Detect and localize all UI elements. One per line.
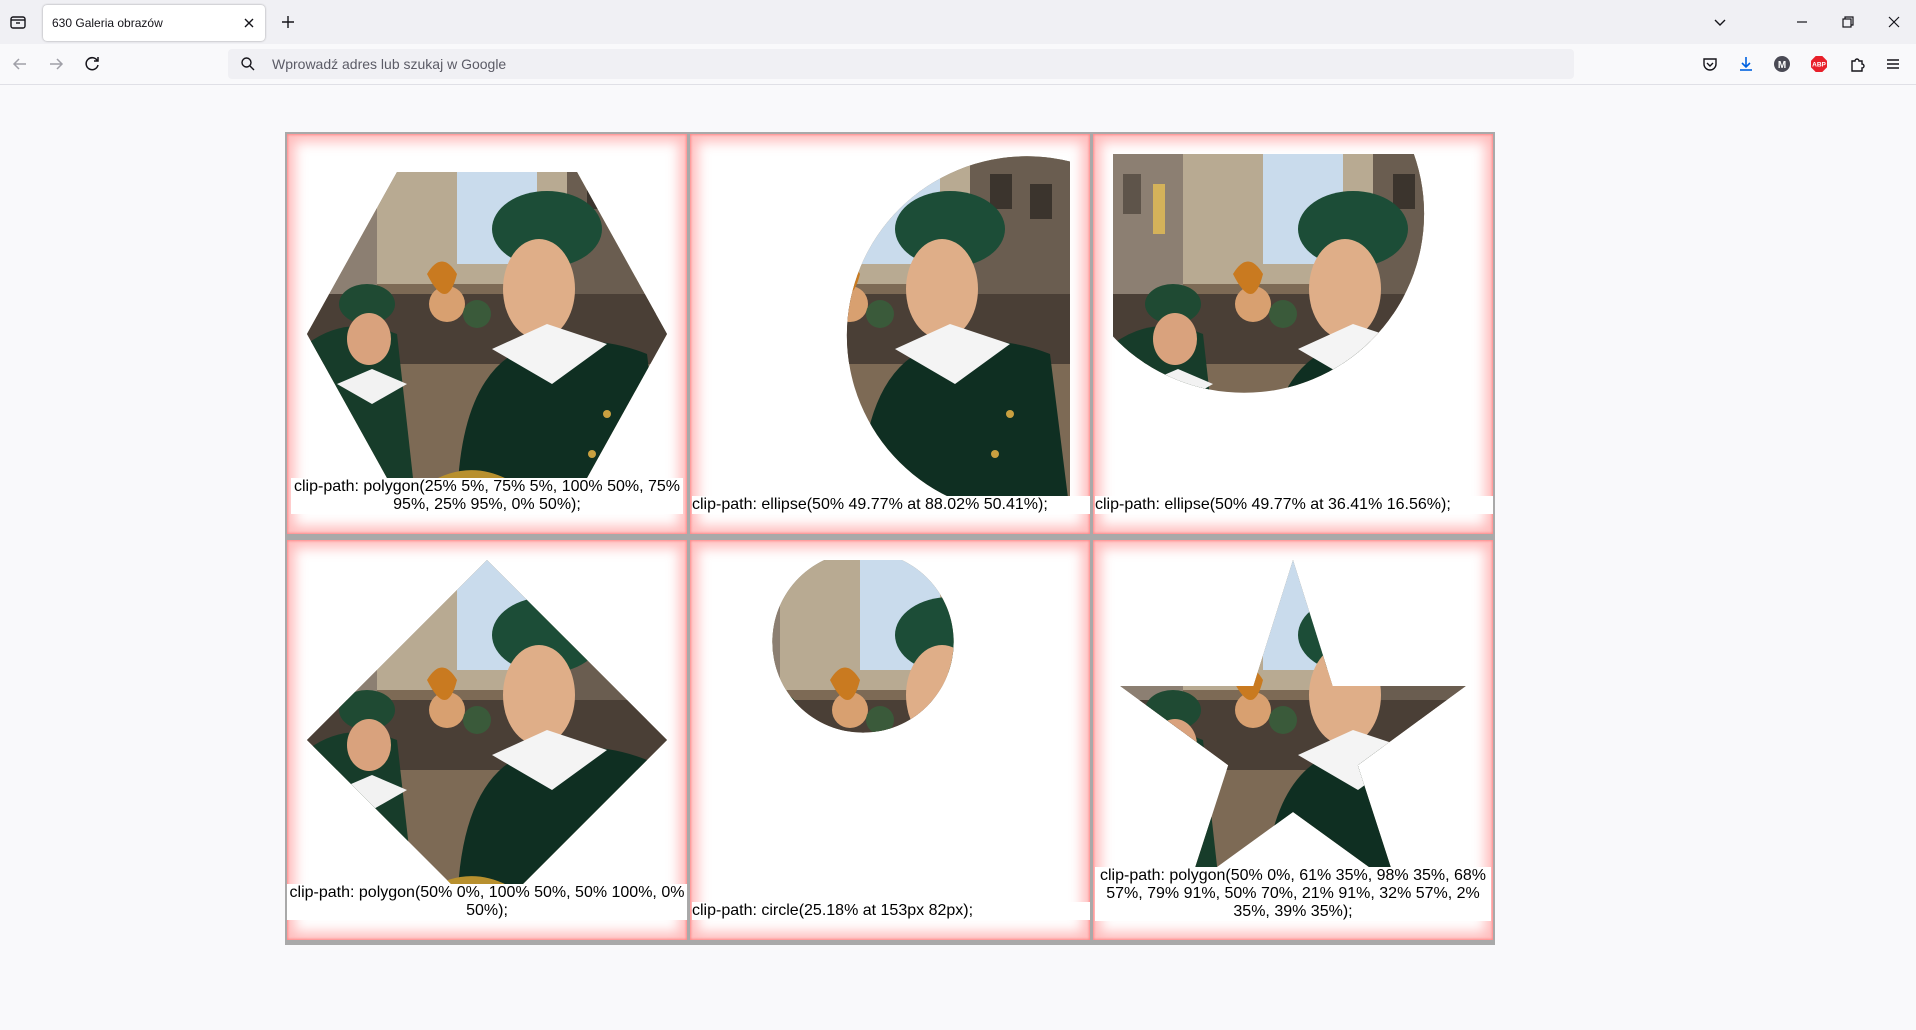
plus-icon[interactable] (276, 10, 300, 34)
gallery-item-ellipse-top: clip-path: ellipse(50% 49.77% at 36.41% … (1093, 134, 1493, 534)
close-icon[interactable] (241, 15, 257, 31)
search-icon (240, 56, 256, 72)
gallery-photo (307, 560, 667, 920)
tab-title: 630 Galeria obrazów (52, 16, 163, 30)
pocket-icon[interactable] (1698, 52, 1722, 76)
extensions-icon[interactable] (1845, 52, 1869, 76)
gallery-item-circle: clip-path: circle(25.18% at 153px 82px); (690, 540, 1090, 940)
chevron-down-icon[interactable] (1708, 10, 1732, 34)
forward-arrow-icon[interactable] (44, 52, 68, 76)
gallery-item-star: clip-path: polygon(50% 0%, 61% 35%, 98% … (1093, 540, 1493, 940)
gallery-caption: clip-path: ellipse(50% 49.77% at 88.02% … (692, 496, 1090, 514)
account-letter: M (1778, 60, 1786, 71)
gallery-item-ellipse-right: clip-path: ellipse(50% 49.77% at 88.02% … (690, 134, 1090, 534)
account-icon[interactable]: M (1770, 52, 1794, 76)
gallery-photo (1113, 560, 1473, 920)
gallery-item-diamond: clip-path: polygon(50% 0%, 100% 50%, 50%… (287, 540, 687, 940)
restore-icon[interactable] (1836, 10, 1860, 34)
window-close-icon[interactable] (1882, 10, 1906, 34)
minimize-icon[interactable] (1790, 10, 1814, 34)
reload-icon[interactable] (80, 52, 104, 76)
gallery-photo (1113, 154, 1473, 514)
gallery-caption: clip-path: ellipse(50% 49.77% at 36.41% … (1095, 496, 1493, 514)
tab-active[interactable]: 630 Galeria obrazów (43, 5, 265, 41)
back-arrow-icon[interactable] (8, 52, 32, 76)
adblock-label: ABP (1812, 62, 1826, 69)
menu-icon[interactable] (1881, 52, 1905, 76)
gallery-photo (307, 154, 667, 514)
address-bar[interactable] (228, 49, 1574, 79)
tab-list-icon[interactable] (6, 10, 30, 34)
navigation-bar: M ABP (0, 44, 1916, 85)
image-gallery: clip-path: polygon(25% 5%, 75% 5%, 100% … (285, 132, 1495, 945)
gallery-caption: clip-path: polygon(25% 5%, 75% 5%, 100% … (291, 478, 683, 514)
gallery-item-hexagon: clip-path: polygon(25% 5%, 75% 5%, 100% … (287, 134, 687, 534)
adblock-icon[interactable]: ABP (1807, 52, 1831, 76)
gallery-photo (710, 154, 1070, 514)
gallery-caption: clip-path: polygon(50% 0%, 100% 50%, 50%… (287, 884, 687, 920)
gallery-photo (710, 560, 1070, 920)
gallery-caption: clip-path: polygon(50% 0%, 61% 35%, 98% … (1095, 867, 1491, 921)
address-input[interactable] (272, 49, 1552, 79)
gallery-caption: clip-path: circle(25.18% at 153px 82px); (692, 902, 1090, 920)
tab-bar: 630 Galeria obrazów (0, 0, 1916, 44)
download-icon[interactable] (1734, 52, 1758, 76)
